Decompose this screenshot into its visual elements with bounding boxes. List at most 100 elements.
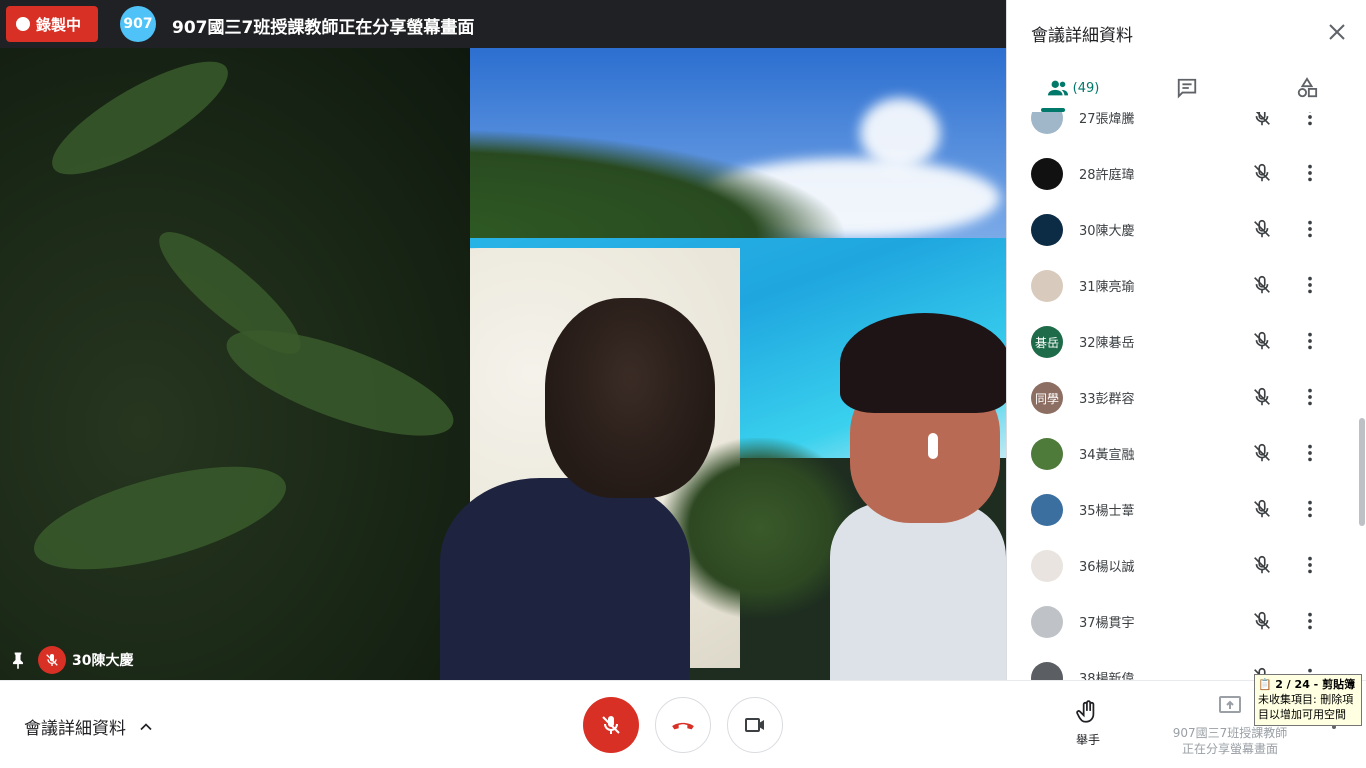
avatar [1031,494,1063,526]
mic-off-icon[interactable] [1251,330,1275,354]
more-vert-icon[interactable] [1299,330,1323,354]
participant-row[interactable]: 28許庭瑋 [1007,146,1357,202]
tab-people[interactable]: (49) [1033,64,1113,112]
participant-name: 28許庭瑋 [1079,168,1135,183]
speaker-name: 30陳大慶 [72,653,134,669]
top-bar: 錄製中 907 907國三7班授課教師正在分享螢幕畫面 [0,0,1006,48]
mic-off-icon[interactable] [1251,554,1275,578]
participant-row[interactable]: 37楊貫宇 [1007,594,1357,650]
participant-name: 27張煒騰 [1079,112,1135,127]
clipboard-count-text: 2 / 24 - 剪貼簿 [1275,678,1356,691]
person-body [440,478,690,680]
meeting-details-label: 會議詳細資料 [24,719,126,739]
participant-row[interactable]: 31陳亮瑜 [1007,258,1357,314]
participant-person-side [830,313,1006,680]
participant-name: 30陳大慶 [1079,224,1135,239]
participant-row[interactable]: 30陳大慶 [1007,202,1357,258]
pin-icon[interactable] [8,650,28,670]
leave-call-button[interactable] [655,697,711,753]
recording-badge[interactable]: 錄製中 [6,6,98,42]
close-icon[interactable] [1325,20,1349,44]
clipboard-count: 📋 2 / 24 - 剪貼簿 [1258,677,1358,692]
participant-row[interactable]: 34黃宣融 [1007,426,1357,482]
mic-off-icon[interactable] [1251,610,1275,634]
mic-off-icon[interactable] [1251,386,1275,410]
meeting-details-panel: 會議詳細資料 (49) 27張煒騰 28許庭瑋 30陳大慶 31陳亮瑜碁岳 32陳碁岳同… [1006,0,1366,680]
present-screen-icon [1219,696,1241,713]
more-vert-icon[interactable] [1299,162,1323,186]
avatar: 碁岳 [1031,326,1063,358]
raise-hand-label: 舉手 [1075,733,1100,747]
participant-person-back [440,298,715,680]
microphone-toggle-button[interactable] [583,697,639,753]
person-hair [840,313,1006,413]
mic-off-icon[interactable] [1251,274,1275,298]
participant-name: 32陳碁岳 [1079,336,1135,351]
more-vert-icon[interactable] [1299,218,1323,242]
chat-icon [1177,78,1197,99]
mic-off-icon[interactable] [1251,442,1275,466]
hand-icon [1076,700,1095,723]
present-label: 907國三7班授課教師 正在分享螢幕畫面 [1160,725,1300,757]
people-icon [1047,80,1068,96]
bottom-control-bar: 會議詳細資料 舉手 907國三7班授課教師 正在分享螢幕畫面 [0,680,1366,768]
jungle-foliage [0,42,470,680]
avatar [1031,270,1063,302]
participant-list[interactable]: 27張煒騰 28許庭瑋 30陳大慶 31陳亮瑜碁岳 32陳碁岳同學 33彭群容 34黃宣融 3… [1007,112,1366,680]
participant-row[interactable]: 碁岳 32陳碁岳 [1007,314,1357,370]
tab-activities[interactable] [1287,64,1327,112]
more-vert-icon[interactable] [1299,554,1323,578]
mic-off-icon[interactable] [1251,112,1275,130]
avatar [1031,438,1063,470]
avatar [1031,662,1063,680]
palm-frond [38,42,242,194]
more-vert-icon[interactable] [1299,610,1323,634]
mic-off-icon [38,646,66,674]
mic-off-icon[interactable] [1251,218,1275,242]
meeting-details-toggle[interactable]: 會議詳細資料 [24,714,156,739]
presentation-title: 907國三7班授課教師正在分享螢幕畫面 [172,18,475,38]
avatar [1031,606,1063,638]
clipboard-tooltip: 📋 2 / 24 - 剪貼簿 未收集項目: 刪除項目以增加可用空間 [1254,674,1362,726]
beach-background-image [0,42,1006,680]
person-head [545,298,715,498]
participant-row[interactable]: 27張煒騰 [1007,112,1357,146]
present-label-line2: 正在分享螢幕畫面 [1181,742,1278,756]
clipboard-icon: 📋 [1258,678,1272,691]
chevron-up-icon [140,722,152,730]
clipboard-message: 未收集項目: 刪除項目以增加可用空間 [1258,693,1354,721]
participant-name: 34黃宣融 [1079,448,1135,463]
camera-toggle-button[interactable] [727,697,783,753]
raise-hand-button[interactable]: 舉手 [1068,699,1108,748]
more-vert-icon[interactable] [1299,112,1323,130]
participant-row[interactable]: 同學 33彭群容 [1007,370,1357,426]
participant-name: 31陳亮瑜 [1079,280,1135,295]
activities-icon [1297,77,1318,98]
panel-title: 會議詳細資料 [1031,26,1133,46]
more-vert-icon[interactable] [1299,386,1323,410]
participant-row[interactable]: 36楊以誠 [1007,538,1357,594]
shared-video-stage: 錄製中 907 907國三7班授課教師正在分享螢幕畫面 30陳大慶 [0,0,1006,680]
tab-chat[interactable] [1167,64,1207,112]
more-vert-icon[interactable] [1299,498,1323,522]
avatar [1031,112,1063,134]
avatar [1031,550,1063,582]
mic-off-icon [602,716,620,734]
earbud [928,433,938,459]
scrollbar[interactable] [1359,418,1365,526]
avatar: 同學 [1031,382,1063,414]
mic-off-icon[interactable] [1251,498,1275,522]
avatar [1031,214,1063,246]
hang-up-icon [672,722,694,730]
participant-name: 35楊士葦 [1079,504,1135,519]
people-count: (49) [1072,80,1100,96]
mic-off-icon[interactable] [1251,162,1275,186]
video-camera-icon [745,718,764,732]
participant-row[interactable]: 35楊士葦 [1007,482,1357,538]
participant-name: 36楊以誠 [1079,560,1135,575]
panel-tabs: (49) [1007,64,1366,112]
more-vert-icon[interactable] [1299,442,1323,466]
more-vert-icon[interactable] [1299,274,1323,298]
participant-name: 33彭群容 [1079,392,1135,407]
record-dot-icon [16,17,30,31]
